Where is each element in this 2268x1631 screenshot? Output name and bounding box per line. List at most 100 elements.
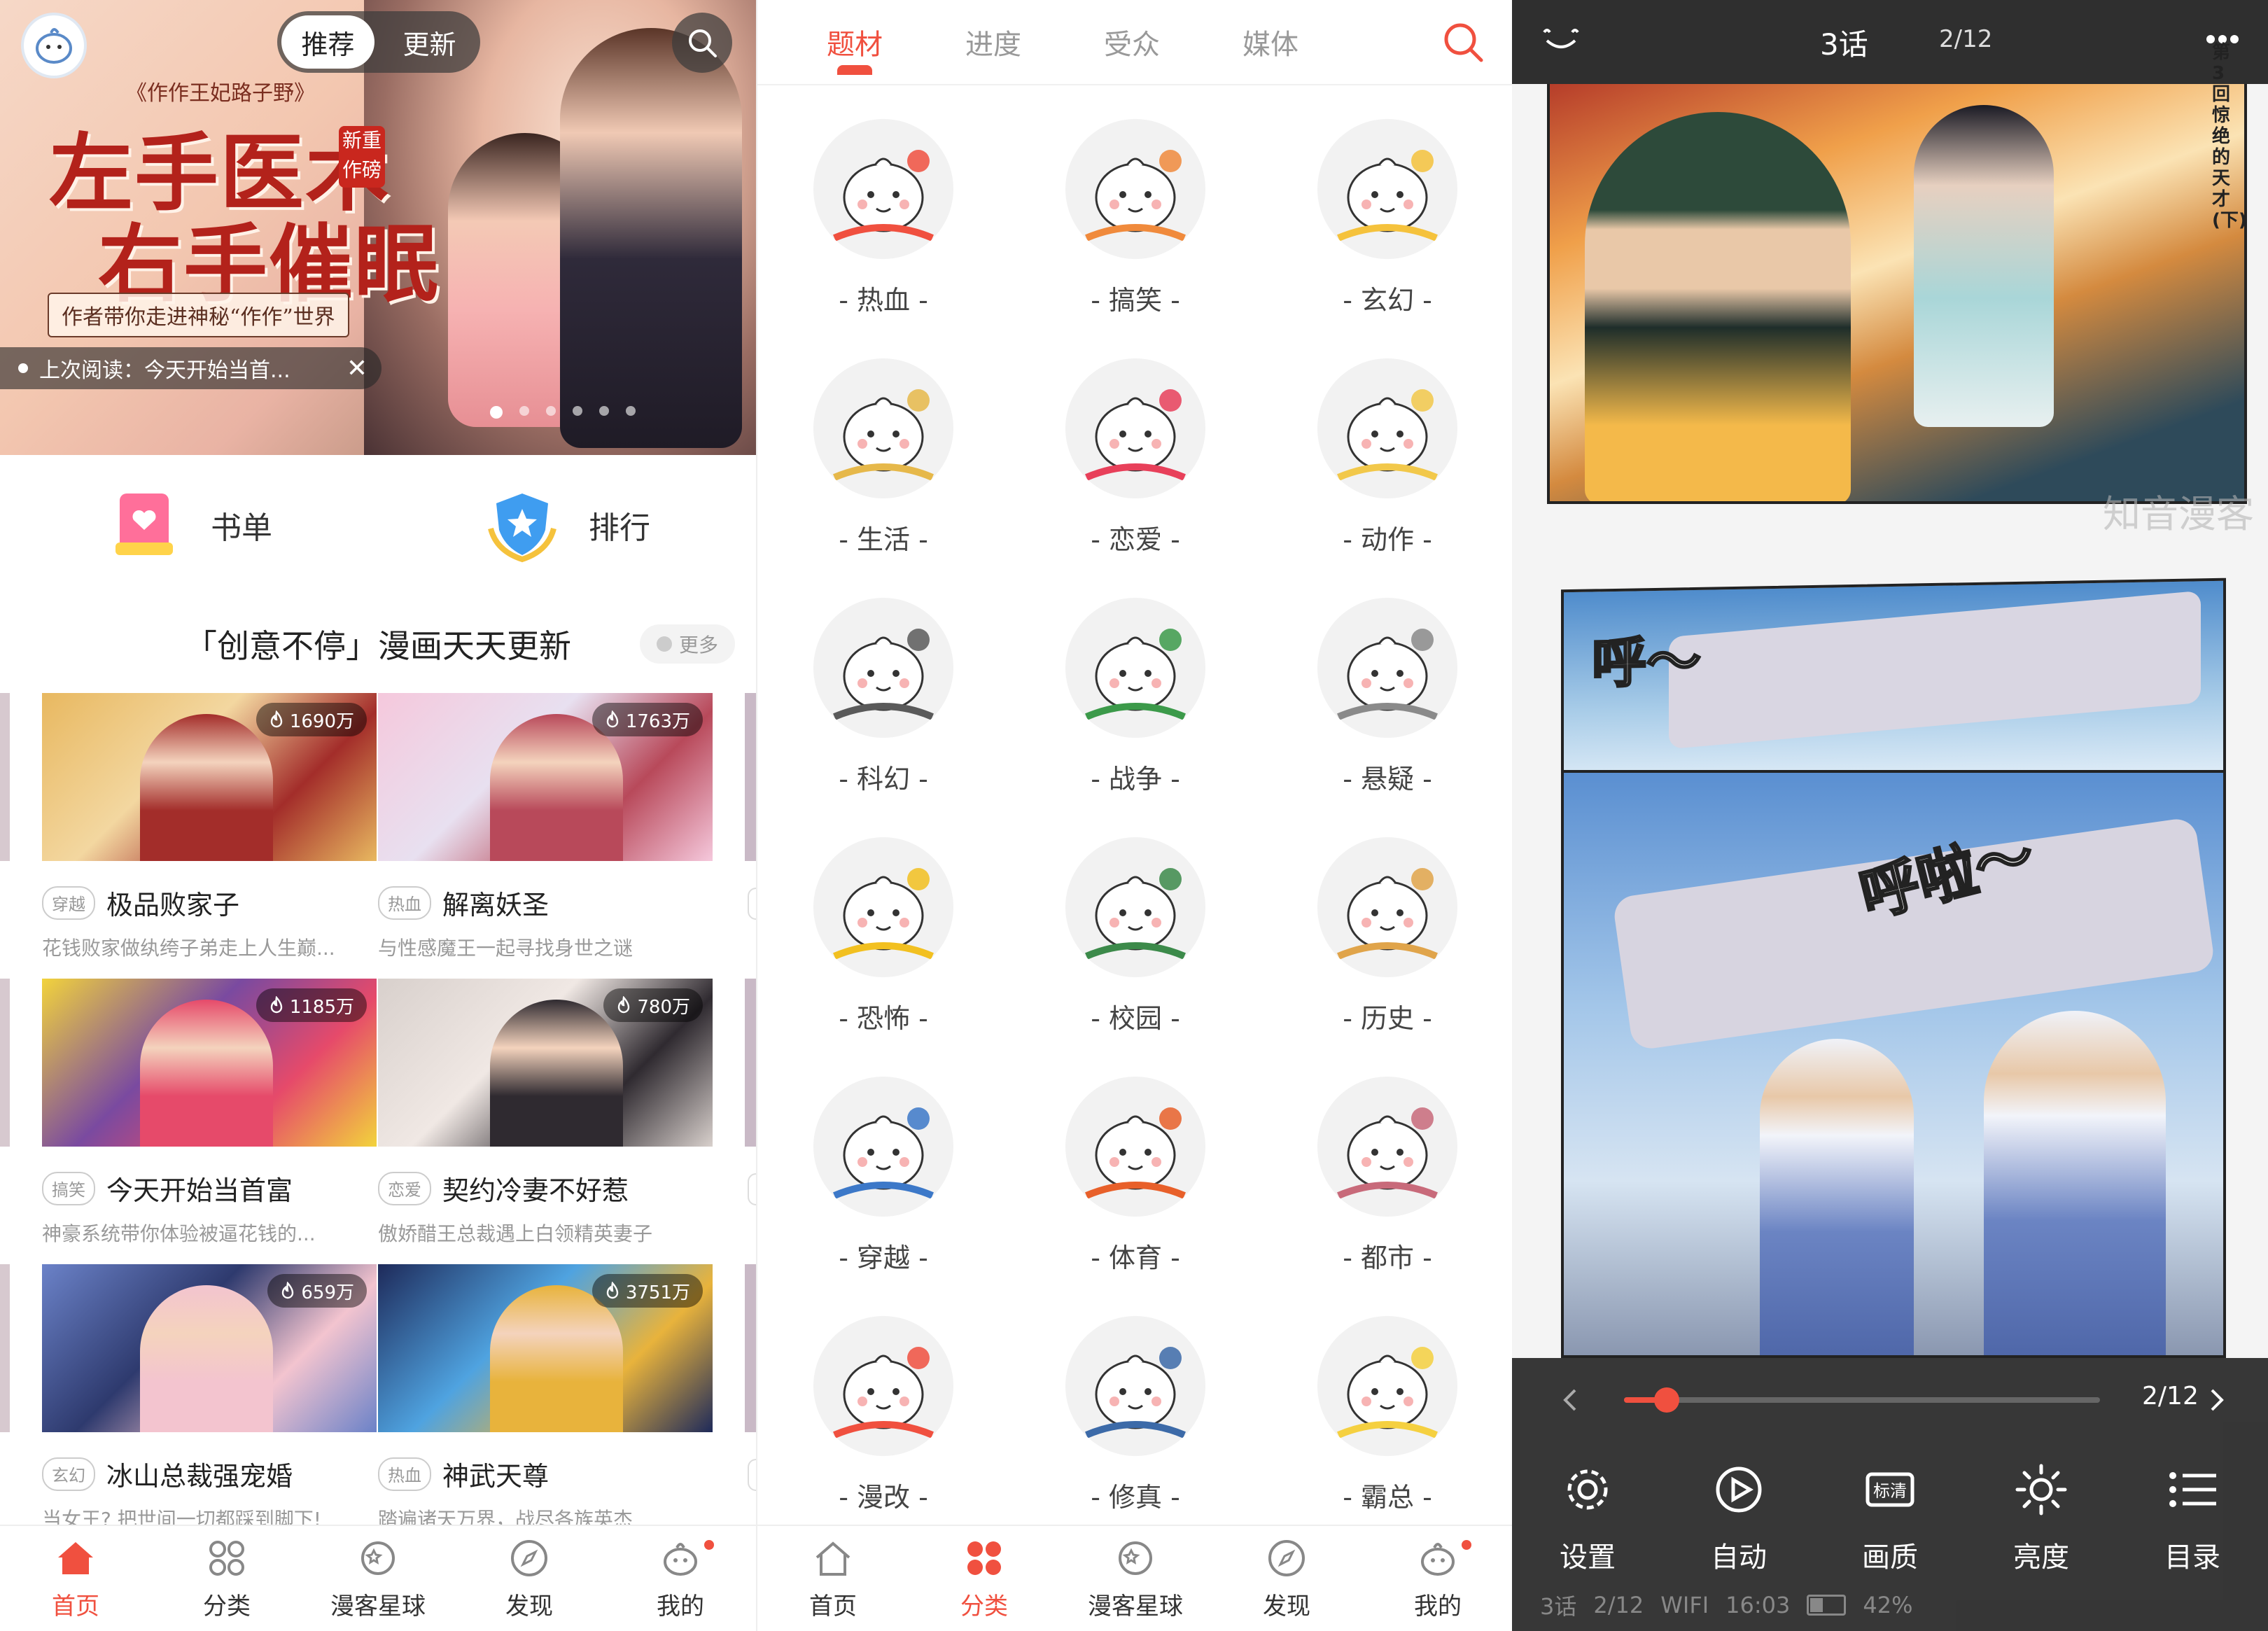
tab-audience[interactable]: 受众 — [1063, 22, 1201, 62]
comic-cover[interactable]: 1763万 — [378, 693, 713, 861]
last-read-bar[interactable]: 上次阅读：今天开始当首... ✕ — [0, 347, 382, 389]
genre-mascot-illustration[interactable] — [1065, 1316, 1205, 1456]
comic-card-edge-right[interactable] — [745, 979, 756, 1147]
tab-home[interactable]: 首页 — [757, 1526, 909, 1631]
genre-mascot-illustration[interactable] — [1317, 1077, 1457, 1217]
comic-cover[interactable]: 1185万 — [42, 979, 377, 1147]
genre-item[interactable]: - 校园 - — [1009, 837, 1261, 1077]
genre-mascot-illustration[interactable] — [1065, 358, 1205, 498]
recommend-update-toggle[interactable]: 推荐 更新 — [277, 11, 480, 73]
genre-mascot-illustration[interactable] — [813, 358, 953, 498]
genre-item[interactable]: - 热血 - — [757, 119, 1009, 358]
page-slider-thumb[interactable] — [1654, 1387, 1680, 1413]
tab-planet[interactable]: 漫客星球 — [302, 1526, 454, 1631]
comic-title[interactable]: 契约冷妻不好惹 — [442, 1169, 629, 1208]
comic-card[interactable]: 1185万 搞笑 今天开始当首富 神豪系统带你体验被逼花钱的... — [42, 979, 377, 1247]
tool-autoplay[interactable]: 自动 — [1683, 1463, 1795, 1575]
comic-title[interactable]: 冰山总裁强宠婚 — [106, 1455, 293, 1493]
genre-mascot-illustration[interactable] — [1317, 119, 1457, 259]
genre-item[interactable]: - 恐怖 - — [757, 837, 1009, 1077]
genre-mascot-illustration[interactable] — [1065, 598, 1205, 738]
comic-title[interactable]: 神武天尊 — [442, 1455, 549, 1493]
genre-item[interactable]: - 悬疑 - — [1261, 598, 1512, 837]
search-button[interactable] — [672, 13, 732, 73]
comic-card-edge-left[interactable] — [0, 979, 10, 1147]
genre-item[interactable]: - 霸总 - — [1261, 1316, 1512, 1555]
tool-catalog[interactable]: 目录 — [2136, 1463, 2248, 1575]
genre-mascot-illustration[interactable] — [813, 1077, 953, 1217]
genre-item[interactable]: - 搞笑 - — [1009, 119, 1261, 358]
search-icon[interactable] — [1441, 20, 1485, 64]
genre-mascot-illustration[interactable] — [1317, 1316, 1457, 1456]
comic-title[interactable]: 今天开始当首富 — [106, 1169, 293, 1208]
comic-cover[interactable]: 780万 — [378, 979, 713, 1147]
tab-profile[interactable]: 我的 — [605, 1526, 756, 1631]
comic-cover[interactable]: 659万 — [42, 1264, 377, 1432]
comic-title[interactable]: 解离妖圣 — [442, 883, 549, 922]
comic-card[interactable]: 1763万 热血 解离妖圣 与性感魔王一起寻找身世之谜 — [378, 693, 713, 961]
genre-mascot-illustration[interactable] — [1317, 358, 1457, 498]
tab-genre[interactable]: 题材 — [785, 22, 924, 75]
genre-mascot-illustration[interactable] — [1065, 837, 1205, 977]
comic-card[interactable]: 659万 玄幻 冰山总裁强宠婚 当女王? 把世间一切都踩到脚下! — [42, 1264, 377, 1532]
tool-quality[interactable]: 标清 画质 — [1834, 1463, 1946, 1575]
comic-card[interactable]: 780万 恋爱 契约冷妻不好惹 傲娇醋王总裁遇上白领精英妻子 — [378, 979, 713, 1247]
comic-card[interactable]: 1690万 穿越 极品败家子 花钱败家做纨绔子弟走上人生巅... — [42, 693, 377, 961]
genre-mascot-illustration[interactable] — [1317, 598, 1457, 738]
more-button[interactable]: 更多 — [639, 624, 735, 664]
back-mascot-icon[interactable] — [1540, 25, 1582, 60]
chevron-right-icon[interactable] — [2209, 1387, 2226, 1413]
comic-title[interactable]: 极品败家子 — [106, 883, 239, 922]
genre-item[interactable]: - 玄幻 - — [1261, 119, 1512, 358]
quick-link-ranking[interactable]: 排行 — [378, 476, 756, 574]
genre-item[interactable]: - 科幻 - — [757, 598, 1009, 837]
comic-card-edge-left[interactable] — [0, 1264, 10, 1432]
genre-item[interactable]: - 体育 - — [1009, 1077, 1261, 1316]
comic-card-edge-right[interactable] — [745, 1264, 756, 1432]
genre-item[interactable]: - 动作 - — [1261, 358, 1512, 598]
tab-category[interactable]: 分类 — [151, 1526, 302, 1631]
genre-item[interactable]: - 都市 - — [1261, 1077, 1512, 1316]
tab-planet[interactable]: 漫客星球 — [1060, 1526, 1211, 1631]
tab-discover[interactable]: 发现 — [454, 1526, 605, 1631]
comic-card-edge-left[interactable] — [0, 693, 10, 861]
genre-mascot-illustration[interactable] — [813, 1316, 953, 1456]
genre-mascot-illustration[interactable] — [1317, 837, 1457, 977]
toggle-recommend[interactable]: 推荐 — [281, 15, 374, 69]
page-slider[interactable] — [1624, 1387, 2100, 1413]
chevron-left-icon[interactable] — [1561, 1387, 1578, 1413]
genre-item[interactable]: - 漫改 - — [757, 1316, 1009, 1555]
tab-category[interactable]: 分类 — [909, 1526, 1060, 1631]
genre-mascot-illustration[interactable] — [813, 837, 953, 977]
genre-mascot-illustration[interactable] — [1065, 1077, 1205, 1217]
heat-count: 659万 — [301, 1282, 354, 1303]
genre-item[interactable]: - 修真 - — [1009, 1316, 1261, 1555]
tab-profile[interactable]: 我的 — [1362, 1526, 1512, 1631]
quick-link-booklist[interactable]: 书单 — [0, 476, 378, 574]
close-icon[interactable]: ✕ — [346, 354, 368, 383]
genre-item[interactable]: - 战争 - — [1009, 598, 1261, 837]
tab-discover[interactable]: 发现 — [1211, 1526, 1362, 1631]
genre-item[interactable]: - 生活 - — [757, 358, 1009, 598]
featured-banner[interactable]: 《作作王妃路子野》 左手医术 右手催眠 新重作磅 作者带你走进神秘“作作”世界 … — [0, 0, 756, 455]
battery-icon — [1807, 1595, 1847, 1616]
genre-mascot-illustration[interactable] — [813, 119, 953, 259]
tool-settings[interactable]: 设置 — [1532, 1463, 1644, 1575]
tab-media[interactable]: 媒体 — [1201, 22, 1340, 62]
genre-item[interactable]: - 穿越 - — [757, 1077, 1009, 1316]
comic-card[interactable]: 3751万 热血 神武天尊 踏遍诸天万界，战尽各族英杰 — [378, 1264, 713, 1532]
tab-progress[interactable]: 进度 — [924, 22, 1063, 62]
genre-mascot-illustration[interactable] — [1065, 119, 1205, 259]
comic-cover[interactable]: 1690万 — [42, 693, 377, 861]
quality-badge-text: 标清 — [1873, 1481, 1907, 1501]
ranking-shield-icon — [488, 493, 556, 563]
tab-home[interactable]: 首页 — [0, 1526, 151, 1631]
comic-card-edge-right[interactable] — [745, 693, 756, 861]
app-logo-avatar[interactable] — [21, 13, 87, 78]
toggle-update[interactable]: 更新 — [383, 15, 476, 69]
tool-brightness[interactable]: 亮度 — [1985, 1463, 2097, 1575]
comic-cover[interactable]: 3751万 — [378, 1264, 713, 1432]
genre-mascot-illustration[interactable] — [813, 598, 953, 738]
genre-item[interactable]: - 历史 - — [1261, 837, 1512, 1077]
genre-item[interactable]: - 恋爱 - — [1009, 358, 1261, 598]
